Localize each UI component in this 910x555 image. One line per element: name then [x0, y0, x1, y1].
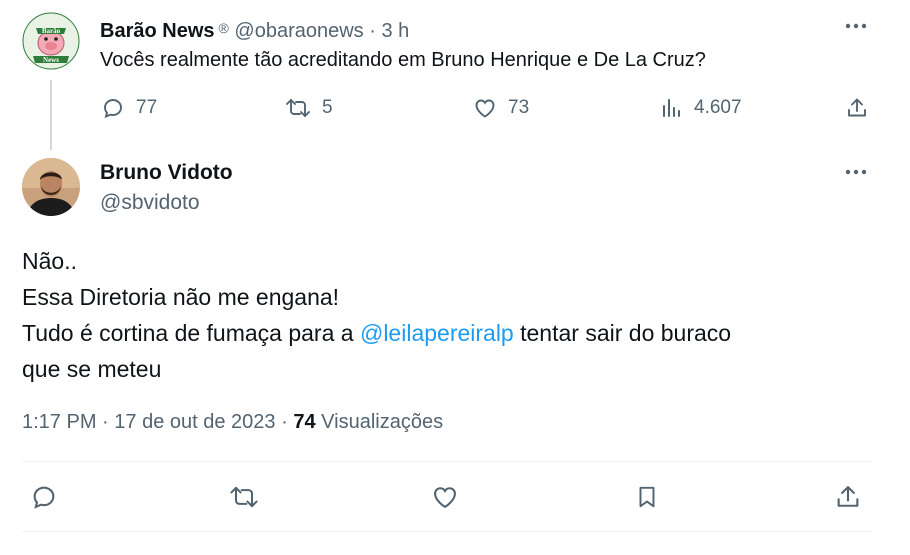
reply-tweet-body: Não.. Essa Diretoria não me engana! Tudo… [22, 243, 882, 387]
thread-connector-line [50, 80, 52, 150]
reply-meta: 1:17 PM · 17 de out de 2023 · 74 Visuali… [22, 409, 443, 435]
parent-like-button[interactable]: 73 [472, 93, 529, 123]
reply-share-button[interactable] [834, 482, 862, 512]
header-separator: · [369, 20, 376, 42]
reply-time[interactable]: 1:17 PM [22, 411, 96, 433]
mention-link[interactable]: @leilapereiralp [360, 320, 514, 346]
barao-news-avatar[interactable]: Barão News [22, 12, 80, 70]
retweet-icon [284, 96, 312, 120]
like-count: 73 [508, 97, 530, 118]
action-bar-divider [22, 531, 872, 532]
share-icon [834, 483, 862, 511]
views-icon [660, 96, 684, 120]
views-count: 4.607 [694, 97, 742, 118]
reply-bookmark-button[interactable] [634, 482, 660, 512]
reply-body-line: Tudo é cortina de fumaça para a @leilape… [22, 315, 882, 351]
svg-text:Barão: Barão [42, 27, 61, 35]
parent-retweet-button[interactable]: 5 [284, 93, 333, 123]
parent-tweet-time[interactable]: 3 h [381, 20, 409, 42]
reply-count: 77 [136, 97, 158, 118]
svg-text:News: News [43, 56, 59, 64]
reply-body-text: tentar sair do buraco [513, 320, 732, 346]
reply-body-text: Tudo é cortina de fumaça para a [22, 320, 360, 346]
bruno-vidoto-avatar[interactable] [22, 158, 80, 216]
parent-more-button[interactable] [841, 16, 871, 36]
retweet-count: 5 [322, 97, 333, 118]
reply-more-button[interactable] [841, 162, 871, 182]
bookmark-icon [634, 483, 660, 511]
reply-like-button[interactable] [431, 482, 459, 512]
reply-body-line: que se meteu [22, 356, 162, 382]
parent-author-name[interactable]: Barão News [100, 20, 215, 42]
like-icon [431, 483, 459, 511]
parent-reply-button[interactable]: 77 [100, 93, 157, 123]
reply-body-line: Essa Diretoria não me engana! [22, 284, 340, 310]
share-icon [845, 96, 869, 120]
reply-body-line: Não.. [22, 248, 77, 274]
more-icon [845, 23, 867, 29]
affiliate-badge: ® [218, 20, 229, 36]
retweet-icon [228, 483, 260, 511]
reply-views-count: 74 [293, 411, 316, 433]
reply-author-name[interactable]: Bruno Vidoto [100, 160, 233, 186]
reply-author-handle[interactable]: @sbvidoto [100, 190, 200, 216]
parent-share-button[interactable] [845, 93, 869, 123]
reply-reply-button[interactable] [30, 482, 58, 512]
parent-tweet-text: Vocês realmente tão acreditando em Bruno… [100, 49, 706, 71]
reply-icon [100, 96, 126, 120]
reply-date[interactable]: 17 de out de 2023 [114, 411, 275, 433]
parent-author-handle[interactable]: @obaraonews [234, 20, 363, 42]
like-icon [472, 96, 498, 120]
reply-icon [30, 483, 58, 511]
parent-views-button[interactable]: 4.607 [660, 93, 742, 123]
parent-tweet-header: Barão News ® @obaraonews · 3 h [100, 15, 409, 44]
meta-separator: · [102, 411, 109, 433]
reply-views-label: Visualizações [321, 411, 444, 433]
meta-divider [22, 461, 872, 462]
reply-retweet-button[interactable] [228, 482, 260, 512]
meta-separator: · [281, 411, 288, 433]
more-icon [845, 169, 867, 175]
